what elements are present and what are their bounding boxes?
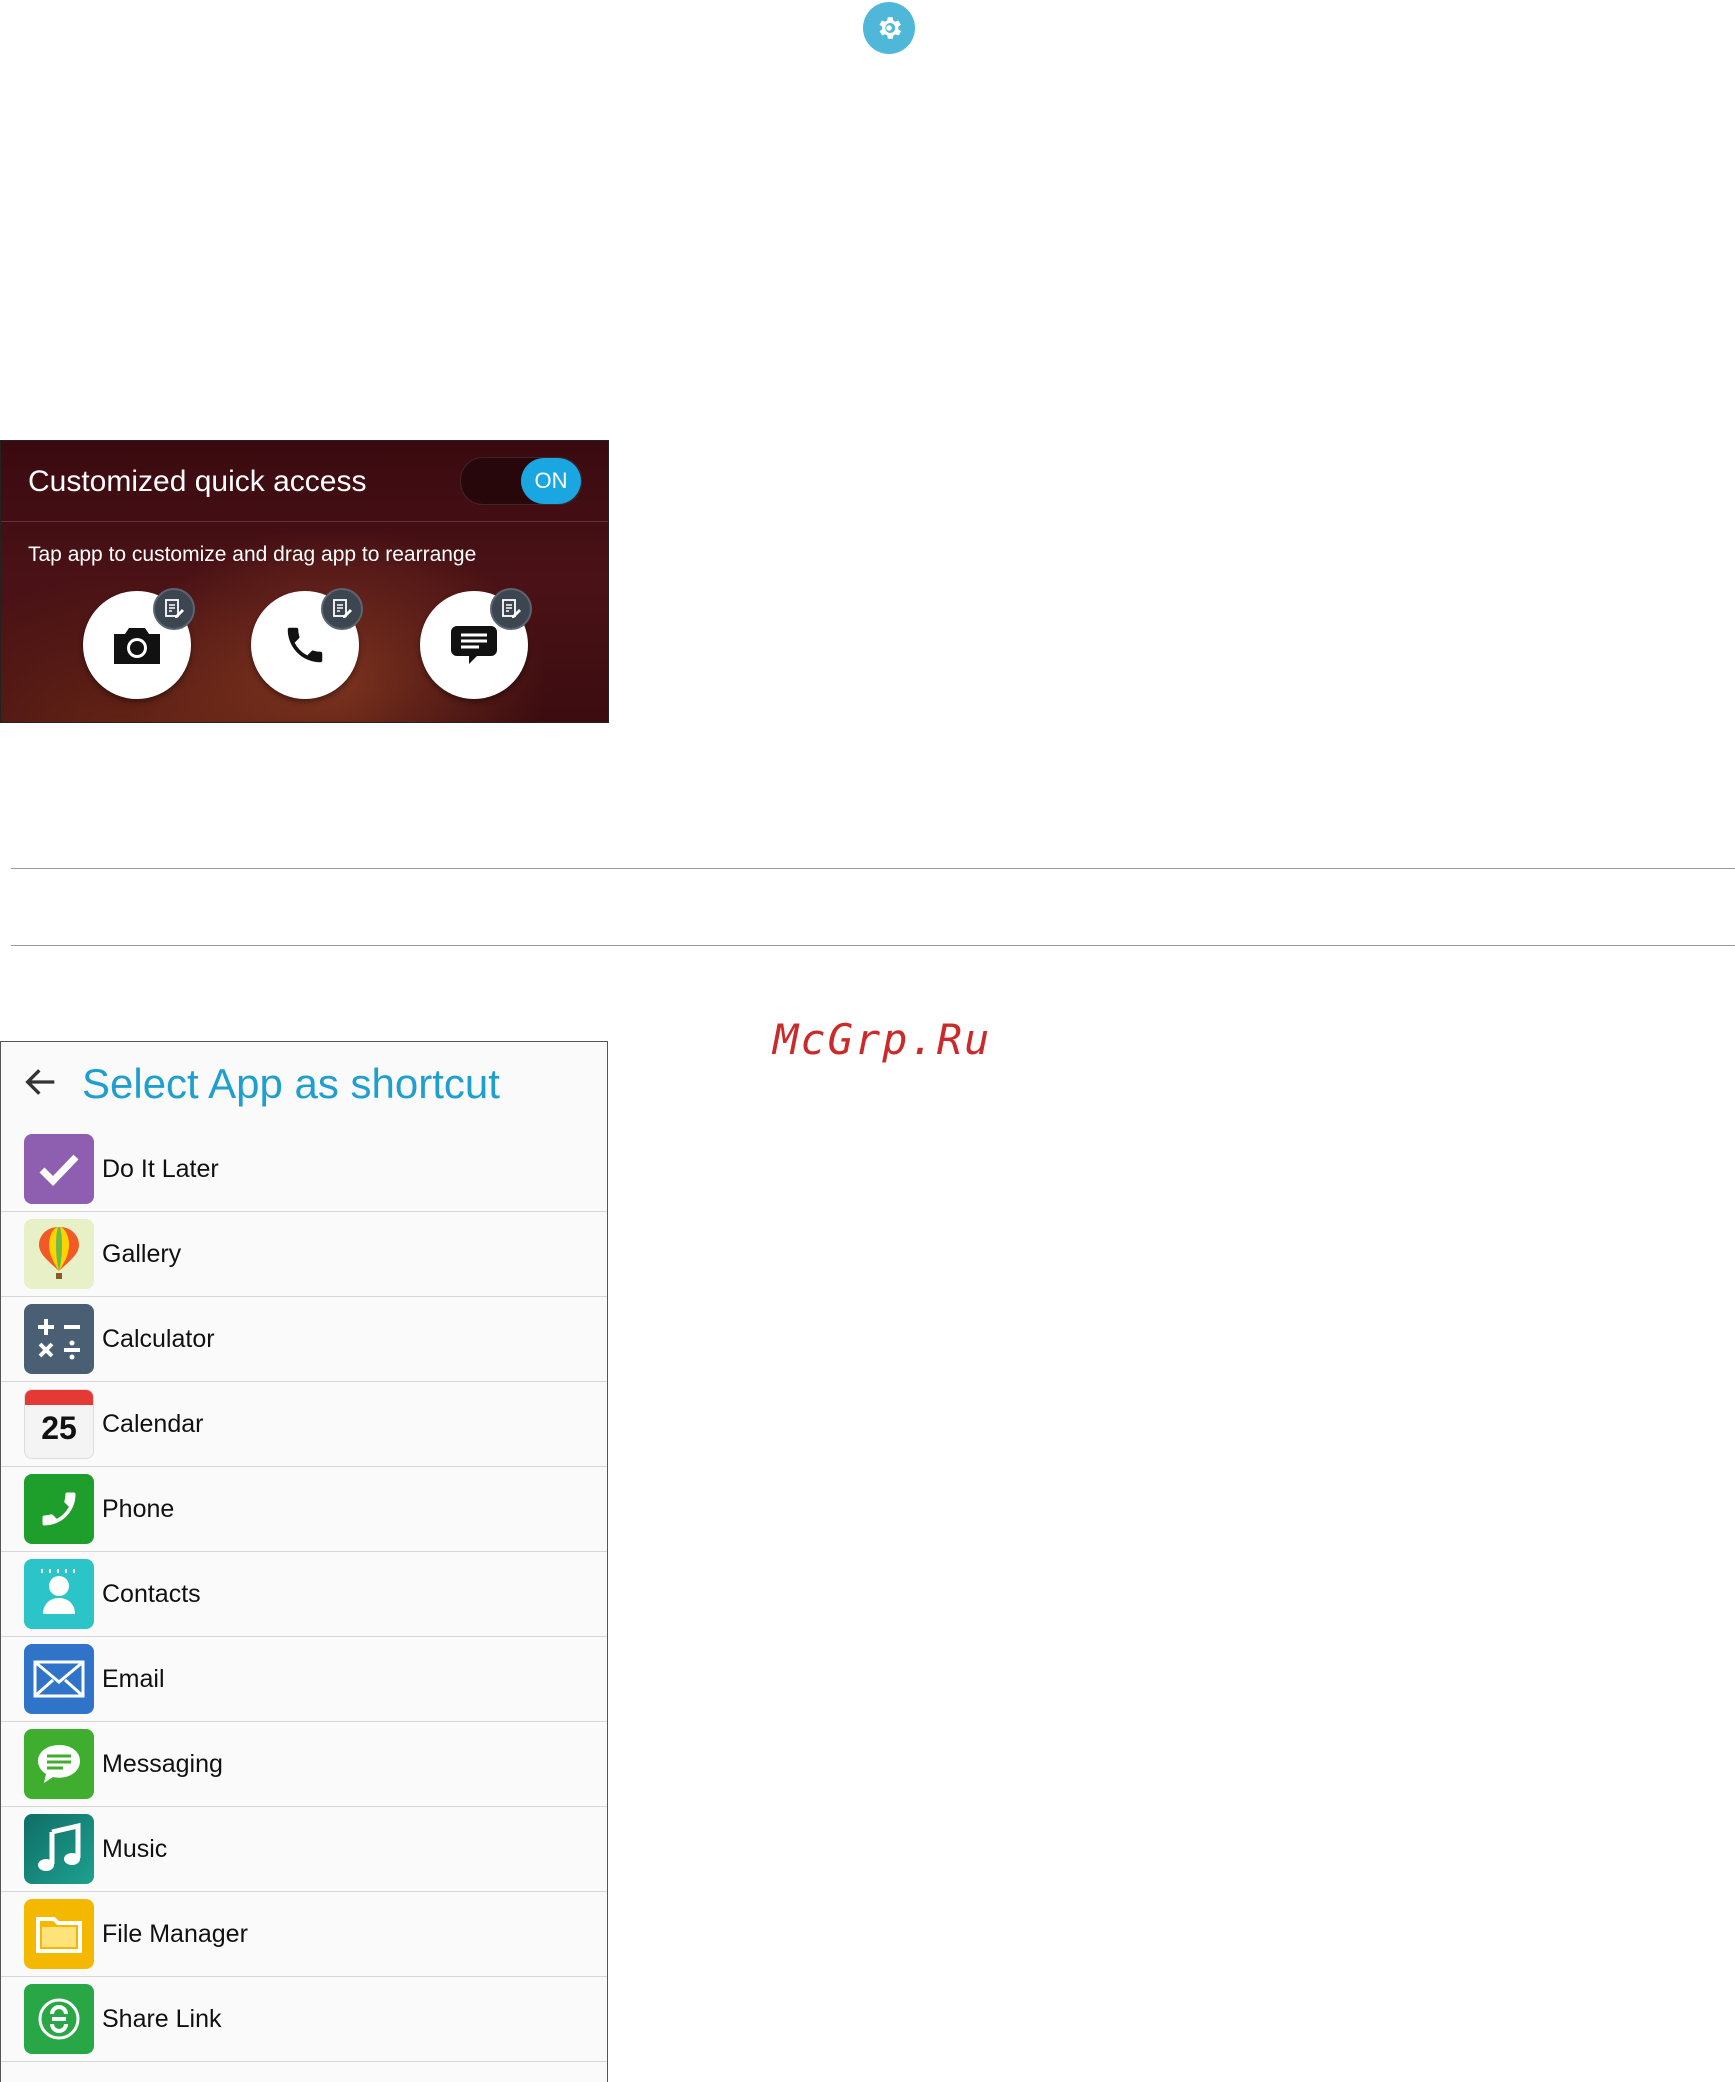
edit-icon[interactable] bbox=[321, 588, 363, 630]
list-item-label: Email bbox=[102, 1664, 165, 1693]
calculator-icon bbox=[24, 1304, 94, 1374]
back-arrow-icon[interactable] bbox=[21, 1062, 61, 1102]
page-title: Select App as shortcut bbox=[82, 1060, 500, 1107]
share-link-icon bbox=[24, 1984, 94, 2054]
quick-access-title: Customized quick access bbox=[28, 465, 367, 498]
toggle-on-label: ON bbox=[521, 458, 581, 504]
list-item-messaging[interactable]: Messaging bbox=[1, 1722, 607, 1807]
list-item-email[interactable]: Email bbox=[1, 1637, 607, 1722]
phone-icon bbox=[24, 1474, 94, 1544]
list-item-calculator[interactable]: Calculator bbox=[1, 1297, 607, 1382]
edit-icon[interactable] bbox=[490, 588, 532, 630]
file-manager-icon bbox=[24, 1899, 94, 1969]
list-item-file-manager[interactable]: File Manager bbox=[1, 1892, 607, 1977]
gallery-icon bbox=[24, 1219, 94, 1289]
list-item-label: File Manager bbox=[102, 1919, 248, 1948]
list-item-calendar[interactable]: 25 Calendar bbox=[1, 1382, 607, 1467]
email-icon bbox=[24, 1644, 94, 1714]
music-icon bbox=[24, 1814, 94, 1884]
divider-line bbox=[11, 868, 1735, 869]
list-item-label: Do It Later bbox=[102, 1154, 219, 1183]
quick-access-toggle[interactable]: ON bbox=[460, 457, 582, 505]
edit-icon[interactable] bbox=[153, 588, 195, 630]
list-item-label: Gallery bbox=[102, 1239, 182, 1268]
list-item-label: Phone bbox=[102, 1494, 175, 1523]
list-item-gallery[interactable]: Gallery bbox=[1, 1212, 607, 1297]
settings-gear-icon[interactable] bbox=[863, 2, 915, 54]
list-item-label: Contacts bbox=[102, 1579, 201, 1608]
select-app-panel: Select App as shortcut Do It Later Galle… bbox=[0, 1041, 608, 2082]
list-item-share-link[interactable]: Share Link bbox=[1, 1977, 607, 2062]
messaging-icon bbox=[24, 1729, 94, 1799]
app-list: Do It Later Gallery Calculator 25 Calend… bbox=[1, 1127, 607, 2062]
quick-access-subtitle: Tap app to customize and drag app to rea… bbox=[28, 543, 477, 566]
list-item-label: Calculator bbox=[102, 1324, 215, 1353]
list-item-label: Share Link bbox=[102, 2004, 222, 2033]
calendar-header bbox=[25, 1390, 93, 1405]
list-item-do-it-later[interactable]: Do It Later bbox=[1, 1127, 607, 1212]
camera-icon bbox=[114, 628, 160, 664]
calendar-day: 25 bbox=[41, 1410, 77, 1446]
list-item-music[interactable]: Music bbox=[1, 1807, 607, 1892]
list-item-label: Messaging bbox=[102, 1749, 223, 1778]
phone-icon bbox=[287, 627, 323, 663]
quick-access-panel: Customized quick access ON Tap app to cu… bbox=[0, 440, 609, 723]
do-it-later-icon bbox=[24, 1134, 94, 1204]
list-item-label: Calendar bbox=[102, 1409, 204, 1438]
list-item-phone[interactable]: Phone bbox=[1, 1467, 607, 1552]
list-item-contacts[interactable]: Contacts bbox=[1, 1552, 607, 1637]
divider bbox=[1, 521, 608, 522]
calendar-icon: 25 bbox=[24, 1389, 94, 1459]
list-item-label: Music bbox=[102, 1834, 168, 1863]
divider-line bbox=[11, 945, 1735, 946]
contacts-icon bbox=[24, 1559, 94, 1629]
message-icon bbox=[451, 626, 497, 664]
watermark: McGrp.Ru bbox=[773, 1015, 992, 1064]
